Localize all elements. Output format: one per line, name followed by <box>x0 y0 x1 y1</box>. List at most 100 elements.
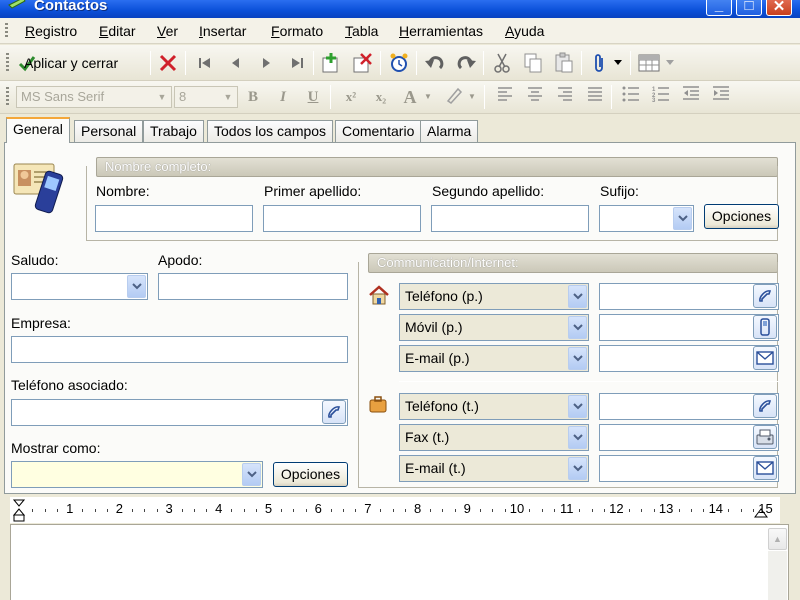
comm-type-dropdown-button[interactable] <box>568 426 587 449</box>
mostrar-como-select[interactable] <box>11 461 263 488</box>
tab-label: Personal <box>81 123 137 139</box>
comm-type-dropdown-button[interactable] <box>568 285 587 308</box>
empresa-field[interactable] <box>11 336 348 363</box>
comm-type-dropdown-button[interactable] <box>568 457 587 480</box>
send-email-p-button[interactable] <box>753 346 777 370</box>
menu-tabla[interactable]: Tabla <box>345 23 378 39</box>
menu-editar[interactable]: Editar <box>99 23 136 39</box>
decrease-indent-button[interactable] <box>680 86 702 108</box>
tab-comentario[interactable]: Comentario <box>335 120 422 142</box>
copy-button[interactable] <box>521 51 545 75</box>
comm-work-type-select-2[interactable]: Fax (t.) <box>399 424 589 451</box>
telefono-p-field[interactable] <box>599 283 779 310</box>
last-record-button[interactable] <box>285 51 309 75</box>
tab-general[interactable]: General <box>6 117 70 143</box>
menu-ayuda[interactable]: Ayuda <box>505 23 544 39</box>
font-size-combo[interactable]: 8 ▼ <box>174 86 238 108</box>
delete-record-button[interactable] <box>350 51 374 75</box>
comm-private-type-select-1[interactable]: Teléfono (p.) <box>399 283 589 310</box>
highlight-button[interactable] <box>443 86 465 108</box>
align-left-button[interactable] <box>494 86 516 108</box>
telefono-asociado-field[interactable] <box>11 399 348 426</box>
comm-private-type-select-3[interactable]: E-mail (p.) <box>399 345 589 372</box>
align-center-button[interactable] <box>524 86 546 108</box>
tab-todos-los-campos[interactable]: Todos los campos <box>207 120 334 142</box>
menu-insertar[interactable]: Insertar <box>199 23 246 39</box>
notes-text-area[interactable]: ▲ <box>10 524 789 600</box>
first-record-button[interactable] <box>193 51 217 75</box>
fax-t-field[interactable] <box>599 424 779 451</box>
telefono-t-field[interactable] <box>599 393 779 420</box>
comm-private-type-select-2[interactable]: Móvil (p.) <box>399 314 589 341</box>
alarm-button[interactable] <box>387 51 411 75</box>
comm-divider <box>399 381 779 382</box>
sufijo-dropdown-button[interactable] <box>673 207 692 230</box>
email-p-field[interactable] <box>599 345 779 372</box>
apodo-field[interactable] <box>158 273 348 300</box>
tab-personal[interactable]: Personal <box>74 120 144 142</box>
maximize-button[interactable]: □ <box>736 0 762 16</box>
apply-close-button[interactable]: Aplicar y cerrar <box>18 51 118 75</box>
underline-button[interactable]: U <box>302 86 324 108</box>
increase-indent-button[interactable] <box>710 86 732 108</box>
dial-movil-p-button[interactable] <box>753 315 777 339</box>
email-t-field[interactable] <box>599 455 779 482</box>
tab-alarma[interactable]: Alarma <box>420 120 479 142</box>
attachment-button[interactable] <box>588 51 612 75</box>
italic-button[interactable]: I <box>272 86 294 108</box>
send-email-t-button[interactable] <box>753 456 777 480</box>
comm-type-dropdown-button[interactable] <box>568 347 587 370</box>
comm-type-dropdown-button[interactable] <box>568 395 587 418</box>
menu-ver[interactable]: Ver <box>157 23 178 39</box>
justify-button[interactable] <box>584 86 606 108</box>
align-right-button[interactable] <box>554 86 576 108</box>
close-button[interactable]: ✕ <box>766 0 792 16</box>
mostrar-como-dropdown-button[interactable] <box>242 463 261 486</box>
name-options-button[interactable]: Opciones <box>704 204 779 229</box>
comm-work-type-select-1[interactable]: Teléfono (t.) <box>399 393 589 420</box>
send-fax-t-button[interactable] <box>753 425 777 449</box>
dial-telefono-t-button[interactable] <box>753 394 777 418</box>
primer-apellido-field[interactable] <box>263 205 421 232</box>
table-dropdown[interactable] <box>664 51 676 75</box>
menu-herramientas[interactable]: Herramientas <box>399 23 483 39</box>
redo-button[interactable] <box>454 51 478 75</box>
left-indent-marker-icon[interactable] <box>13 499 25 523</box>
nombre-field[interactable] <box>95 205 253 232</box>
scroll-up-button[interactable]: ▲ <box>768 528 787 550</box>
numbered-list-button[interactable]: 123 <box>650 86 672 108</box>
menu-formato[interactable]: Formato <box>271 23 323 39</box>
minimize-button[interactable]: _ <box>706 0 732 16</box>
tab-trabajo[interactable]: Trabajo <box>143 120 204 142</box>
cut-button[interactable] <box>490 51 514 75</box>
font-color-button[interactable]: A <box>399 86 421 108</box>
movil-p-field[interactable] <box>599 314 779 341</box>
new-record-button[interactable] <box>319 51 343 75</box>
vertical-scrollbar-track[interactable] <box>768 551 787 600</box>
font-name-combo[interactable]: MS Sans Serif ▼ <box>16 86 172 108</box>
paste-button[interactable] <box>552 51 576 75</box>
segundo-apellido-field[interactable] <box>431 205 589 232</box>
insert-table-button[interactable] <box>637 51 661 75</box>
superscript-button[interactable]: x² <box>340 86 362 108</box>
comm-type-dropdown-button[interactable] <box>568 316 587 339</box>
comm-work-type-select-3[interactable]: E-mail (t.) <box>399 455 589 482</box>
mostrar-options-button[interactable]: Opciones <box>273 462 348 487</box>
highlight-dropdown[interactable]: ▼ <box>466 86 478 108</box>
previous-record-button[interactable] <box>224 51 248 75</box>
font-color-dropdown[interactable]: ▼ <box>422 86 434 108</box>
attachment-dropdown[interactable] <box>612 51 624 75</box>
undo-button[interactable] <box>423 51 447 75</box>
bullet-list-button[interactable] <box>620 86 642 108</box>
menu-registro[interactable]: Registro <box>25 23 77 39</box>
saludo-select[interactable] <box>11 273 148 300</box>
dial-telefono-asociado-button[interactable] <box>322 400 346 424</box>
subscript-button[interactable]: x₂ <box>370 86 392 108</box>
sufijo-select[interactable] <box>599 205 694 232</box>
next-record-button[interactable] <box>254 51 278 75</box>
delete-button[interactable] <box>156 51 180 75</box>
dial-telefono-p-button[interactable] <box>753 284 777 308</box>
saludo-dropdown-button[interactable] <box>127 275 146 298</box>
bold-button[interactable]: B <box>242 86 264 108</box>
nombre-label: Nombre: <box>96 183 150 199</box>
